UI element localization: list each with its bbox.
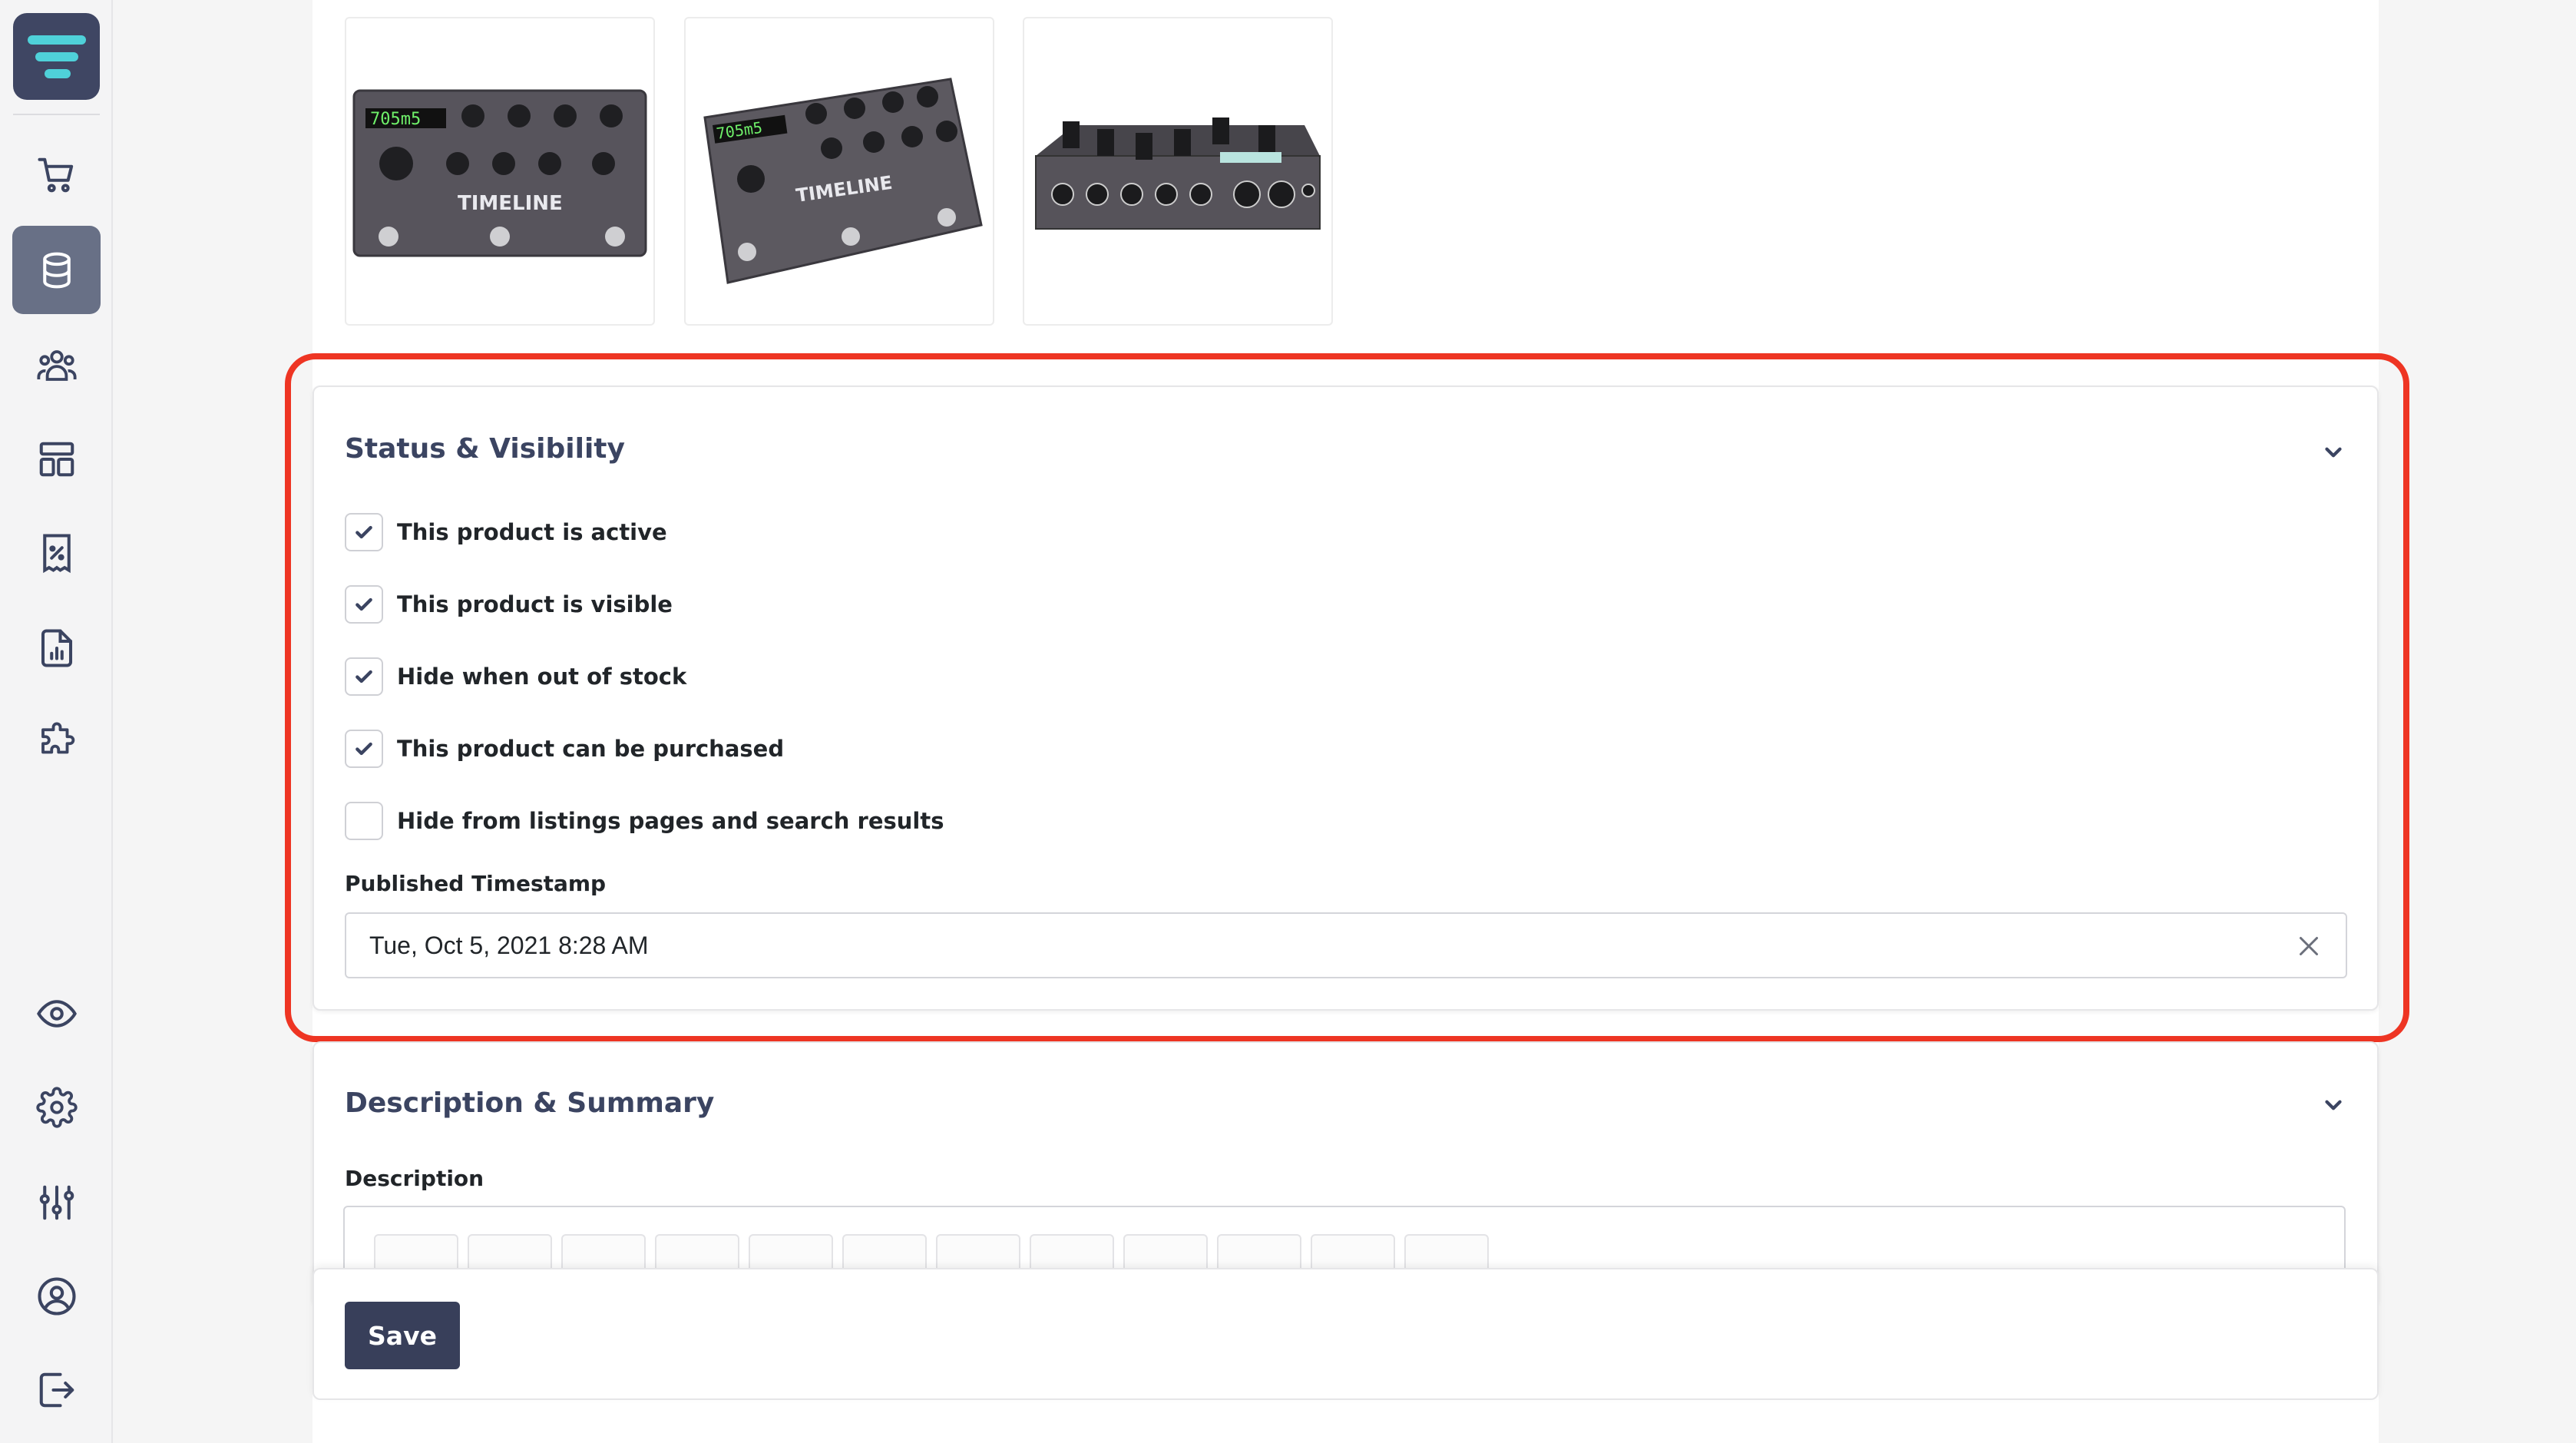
sidebar-item-customers[interactable] xyxy=(12,321,101,409)
description-label: Description xyxy=(345,1166,484,1191)
sidebar-item-orders[interactable] xyxy=(12,131,101,219)
status-visibility-panel: Status & Visibility This product is acti… xyxy=(312,386,2379,1011)
checkbox-box[interactable] xyxy=(345,657,383,696)
sidebar-item-account[interactable] xyxy=(12,1252,101,1340)
svg-text:TIMELINE: TIMELINE xyxy=(458,192,563,215)
published-timestamp-value: Tue, Oct 5, 2021 8:28 AM xyxy=(369,931,649,959)
checkmark-icon xyxy=(355,525,372,539)
checkbox-visible[interactable]: This product is visible xyxy=(345,585,673,624)
sidebar-item-view-store[interactable] xyxy=(12,969,101,1057)
checkbox-hide-from-listings[interactable]: Hide from listings pages and search resu… xyxy=(345,802,944,840)
gear-icon xyxy=(35,1086,78,1128)
checkbox-label: This product is active xyxy=(397,519,667,545)
checkbox-label: This product can be purchased xyxy=(397,736,785,762)
checkbox-active[interactable]: This product is active xyxy=(345,513,667,551)
checkbox-hide-out-of-stock[interactable]: Hide when out of stock xyxy=(345,657,686,696)
checkbox-label: Hide when out of stock xyxy=(397,664,687,690)
checkmark-icon xyxy=(355,597,372,611)
app-logo-icon[interactable] xyxy=(13,13,100,100)
sidebar-item-content[interactable] xyxy=(12,415,101,503)
layout-icon xyxy=(39,442,74,476)
sliders-icon xyxy=(39,1185,74,1220)
sidebar-divider xyxy=(13,114,100,115)
sidebar-item-settings[interactable] xyxy=(12,1063,101,1151)
sidebar-item-extensions[interactable] xyxy=(12,697,101,786)
save-bar: Save xyxy=(312,1268,2379,1400)
close-icon[interactable] xyxy=(2295,932,2323,960)
published-timestamp-label: Published Timestamp xyxy=(345,871,607,896)
database-icon xyxy=(42,252,71,288)
puzzle-icon xyxy=(41,721,74,753)
product-image-back[interactable] xyxy=(1023,17,1333,326)
sidebar xyxy=(0,0,113,1443)
product-image-angle[interactable]: 705m5 TIMELINE xyxy=(684,17,994,326)
svg-text:705m5: 705m5 xyxy=(370,110,421,129)
sidebar-item-preferences[interactable] xyxy=(12,1158,101,1246)
chevron-down-icon[interactable] xyxy=(2320,439,2346,465)
chevron-down-icon[interactable] xyxy=(2320,1092,2346,1118)
sidebar-item-catalog[interactable] xyxy=(12,226,101,314)
checkbox-box[interactable] xyxy=(345,730,383,768)
sidebar-item-logout[interactable] xyxy=(12,1345,101,1434)
status-visibility-title: Status & Visibility xyxy=(345,433,625,465)
save-button[interactable]: Save xyxy=(345,1302,460,1369)
checkbox-label: Hide from listings pages and search resu… xyxy=(397,808,944,834)
checkbox-box[interactable] xyxy=(345,585,383,624)
checkbox-label: This product is visible xyxy=(397,591,673,617)
sidebar-item-promotions[interactable] xyxy=(12,508,101,597)
logout-icon xyxy=(39,1372,74,1407)
cart-icon xyxy=(37,157,73,192)
sidebar-item-reports[interactable] xyxy=(12,604,101,692)
published-timestamp-input[interactable]: Tue, Oct 5, 2021 8:28 AM xyxy=(345,912,2347,978)
checkmark-icon xyxy=(355,742,372,756)
product-image-front[interactable]: 705m5 TIMELINE xyxy=(345,17,655,326)
checkbox-purchasable[interactable]: This product can be purchased xyxy=(345,730,784,768)
checkbox-box[interactable] xyxy=(345,802,383,840)
discount-receipt-icon xyxy=(42,533,71,573)
account-icon xyxy=(37,1276,76,1316)
checkbox-box[interactable] xyxy=(345,513,383,551)
report-icon xyxy=(41,628,72,667)
eye-icon xyxy=(36,999,77,1028)
checkmark-icon xyxy=(355,670,372,683)
description-summary-title: Description & Summary xyxy=(345,1087,715,1119)
users-icon xyxy=(36,349,77,381)
